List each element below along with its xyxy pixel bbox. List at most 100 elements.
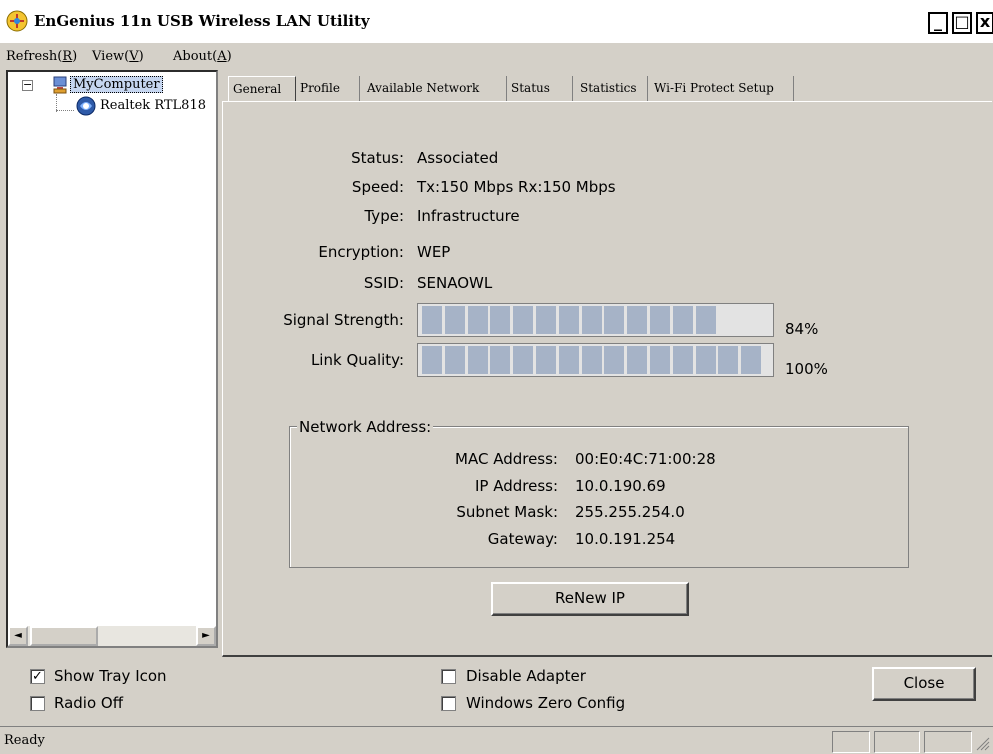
menu-view[interactable]: View(V) xyxy=(92,49,144,64)
progress-segment xyxy=(581,346,602,374)
scroll-right-button[interactable]: ► xyxy=(196,626,216,646)
menu-about[interactable]: About(A) xyxy=(173,49,232,64)
progress-segment xyxy=(535,306,556,334)
disable-adapter-label[interactable]: Disable Adapter xyxy=(466,667,586,685)
renew-ip-button[interactable]: ReNew IP xyxy=(491,582,689,616)
subnet-mask-value: 255.255.254.0 xyxy=(575,503,685,521)
close-window-button[interactable]: x xyxy=(976,12,993,34)
progress-segment xyxy=(718,346,739,374)
progress-segment xyxy=(581,306,602,334)
progress-segment xyxy=(627,346,648,374)
menu-refresh-label: Refresh( xyxy=(6,49,63,64)
progress-segment xyxy=(490,306,511,334)
speed-label: Speed: xyxy=(351,178,404,196)
progress-segment xyxy=(558,306,579,334)
progress-segment xyxy=(490,346,511,374)
menu-view-label: View( xyxy=(92,49,130,64)
progress-segment xyxy=(535,346,556,374)
progress-segment xyxy=(467,306,488,334)
status-bar: Ready xyxy=(0,726,993,754)
gateway-value: 10.0.191.254 xyxy=(575,530,676,548)
windows-zero-config-label[interactable]: Windows Zero Config xyxy=(466,694,625,712)
progress-segment xyxy=(513,306,534,334)
minimize-button[interactable]: _ xyxy=(928,12,948,34)
show-tray-icon-checkbox[interactable]: ✓ xyxy=(30,669,45,684)
progress-segment xyxy=(604,306,625,334)
speed-value: Tx:150 Mbps Rx:150 Mbps xyxy=(417,178,616,196)
signal-strength-value: 84% xyxy=(785,320,819,338)
mac-address-label: MAC Address: xyxy=(455,450,558,468)
scroll-left-button[interactable]: ◄ xyxy=(8,626,28,646)
tree-node-adapter[interactable]: Realtek RTL818 xyxy=(100,98,206,113)
encryption-label: Encryption: xyxy=(318,243,404,261)
link-quality-value: 100% xyxy=(785,360,828,378)
show-tray-icon-label[interactable]: Show Tray Icon xyxy=(54,667,167,685)
link-quality-bar xyxy=(417,343,774,377)
progress-segment xyxy=(741,346,762,374)
gateway-label: Gateway: xyxy=(487,530,558,548)
signal-strength-label: Signal Strength: xyxy=(283,311,404,329)
network-adapter-icon xyxy=(76,96,96,116)
device-tree[interactable]: − MyComputer Realtek RTL818 ◄ ► xyxy=(6,70,218,648)
scroll-thumb[interactable] xyxy=(30,626,98,646)
ip-address-label: IP Address: xyxy=(474,477,558,495)
link-quality-label: Link Quality: xyxy=(310,351,404,369)
resize-grip-icon[interactable] xyxy=(976,737,990,751)
ssid-value: SENAOWL xyxy=(417,274,493,292)
status-panel xyxy=(924,731,972,753)
radio-off-label[interactable]: Radio Off xyxy=(54,694,123,712)
network-address-title: Network Address: xyxy=(297,418,434,436)
tab-available-network[interactable]: Available Network xyxy=(363,76,507,102)
subnet-mask-label: Subnet Mask: xyxy=(456,503,558,521)
menu-about-label: About( xyxy=(173,49,218,64)
signal-strength-bar xyxy=(417,303,774,337)
status-value: Associated xyxy=(417,149,499,167)
menu-about-end: ) xyxy=(226,49,232,64)
horizontal-scrollbar[interactable]: ◄ ► xyxy=(8,626,216,646)
tab-profile[interactable]: Profile xyxy=(296,76,360,102)
radio-off-checkbox[interactable] xyxy=(30,696,45,711)
menu-about-key: A xyxy=(217,49,227,64)
tree-node-mycomputer[interactable]: MyComputer xyxy=(70,76,163,93)
status-panel xyxy=(874,731,920,753)
title-bar: EnGenius 11n USB Wireless LAN Utility _ … xyxy=(0,0,993,44)
menu-view-end: ) xyxy=(138,49,144,64)
status-label: Status: xyxy=(351,149,404,167)
progress-segment xyxy=(627,306,648,334)
mac-address-value: 00:E0:4C:71:00:28 xyxy=(575,450,716,468)
menu-refresh-key: R xyxy=(62,49,73,64)
tab-wifi-protect-setup[interactable]: Wi-Fi Protect Setup xyxy=(650,76,794,102)
menu-refresh-end: ) xyxy=(72,49,78,64)
progress-segment xyxy=(467,346,488,374)
type-value: Infrastructure xyxy=(417,207,520,225)
progress-segment xyxy=(649,346,670,374)
tab-status[interactable]: Status xyxy=(507,76,573,102)
maximize-button[interactable]: □ xyxy=(952,12,972,34)
progress-segment xyxy=(422,306,442,334)
progress-segment xyxy=(513,346,534,374)
windows-zero-config-checkbox[interactable] xyxy=(441,696,456,711)
ssid-label: SSID: xyxy=(363,274,404,292)
menu-refresh[interactable]: Refresh(R) xyxy=(6,49,77,64)
progress-segment xyxy=(672,306,693,334)
progress-segment xyxy=(604,346,625,374)
progress-segment xyxy=(422,346,442,374)
encryption-value: WEP xyxy=(417,243,451,261)
tree-collapse-toggle[interactable]: − xyxy=(22,79,33,91)
status-panel xyxy=(832,731,870,753)
menu-view-key: V xyxy=(129,49,139,64)
window-title: EnGenius 11n USB Wireless LAN Utility xyxy=(34,12,370,30)
disable-adapter-checkbox[interactable] xyxy=(441,669,456,684)
tree-connector xyxy=(56,110,74,111)
tab-statistics[interactable]: Statistics xyxy=(576,76,648,102)
type-label: Type: xyxy=(364,207,404,225)
tab-general[interactable]: General xyxy=(228,76,296,102)
menu-bar: Refresh(R) View(V) About(A) xyxy=(0,45,993,69)
progress-segment xyxy=(558,346,579,374)
computer-icon xyxy=(53,76,67,94)
close-button[interactable]: Close xyxy=(872,667,976,701)
progress-segment xyxy=(444,346,465,374)
progress-segment xyxy=(695,346,716,374)
status-text: Ready xyxy=(4,733,45,748)
app-icon xyxy=(6,10,28,32)
